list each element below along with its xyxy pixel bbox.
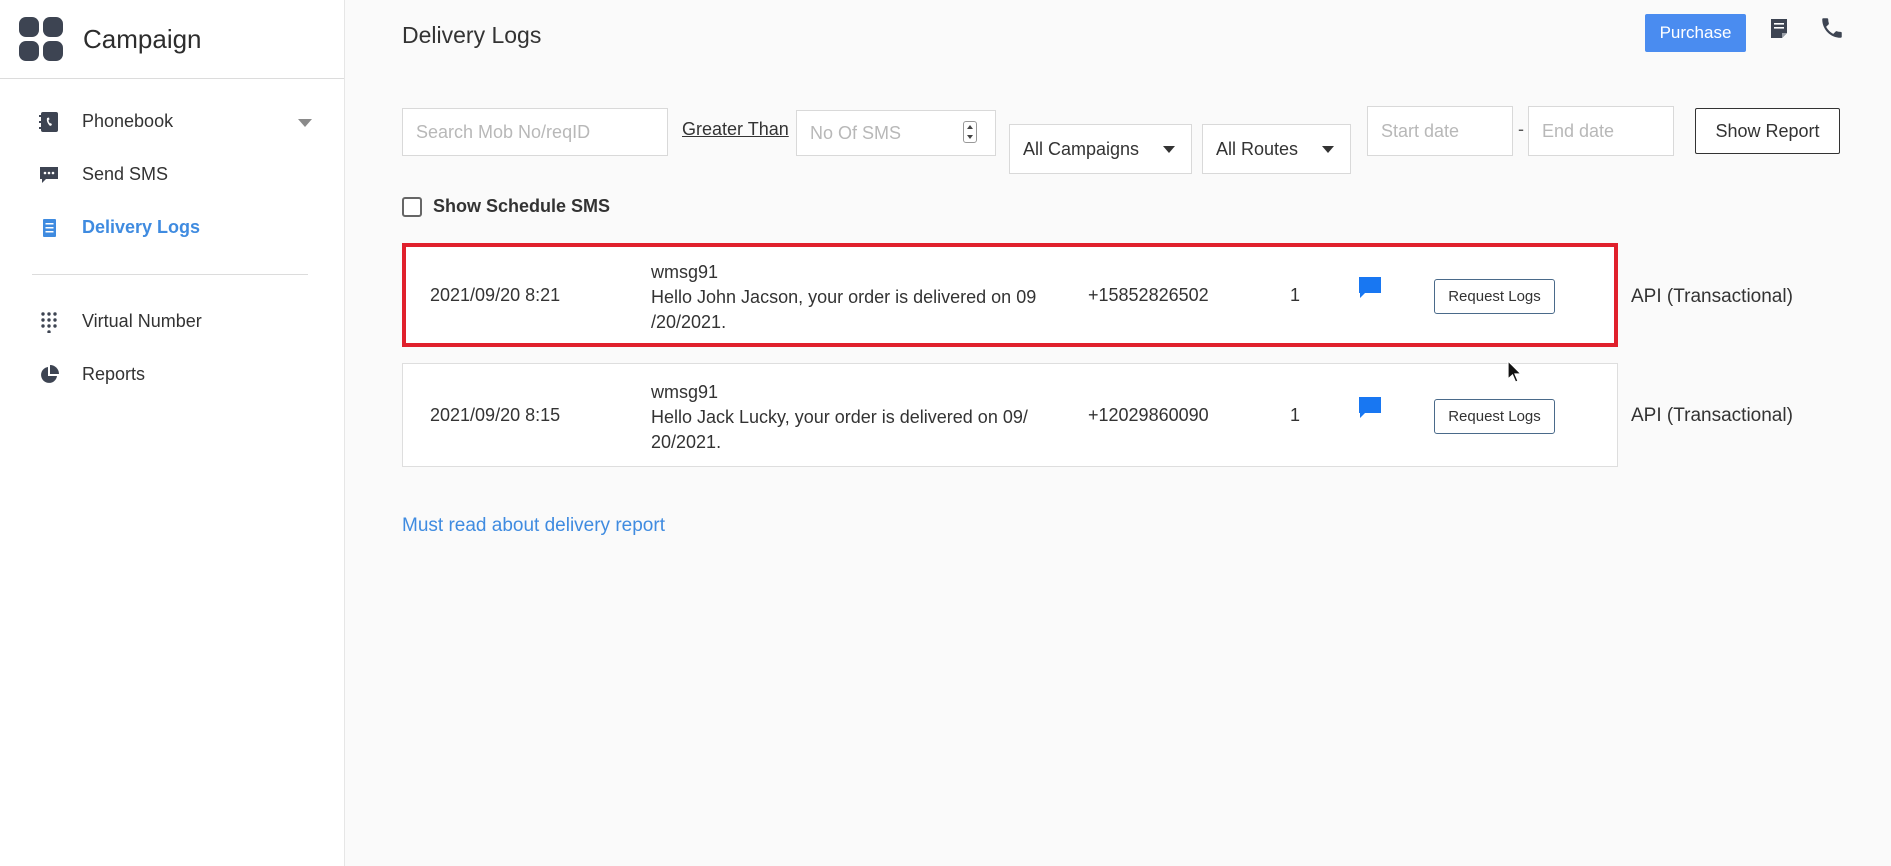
log-message-line: /20/2021. xyxy=(651,312,727,332)
log-message: wmsg91 Hello John Jacson, your order is … xyxy=(651,260,1071,335)
app-root: Campaign Phonebook Send SMS Delivery Log… xyxy=(0,0,1891,866)
log-message-line: Hello Jack Lucky, your order is delivere… xyxy=(651,407,1028,427)
notes-icon[interactable] xyxy=(1765,14,1793,42)
show-schedule-sms[interactable]: Show Schedule SMS xyxy=(402,196,610,217)
start-date-input[interactable] xyxy=(1367,106,1513,156)
log-count: 1 xyxy=(1290,285,1301,305)
schedule-label: Show Schedule SMS xyxy=(433,196,611,216)
phone-icon[interactable] xyxy=(1818,14,1846,42)
sidebar-item-virtual-number[interactable]: Virtual Number xyxy=(0,295,344,348)
page-title: Delivery Logs xyxy=(402,22,542,48)
chat-bubble-icon xyxy=(36,162,62,188)
end-date-input[interactable] xyxy=(1528,106,1674,156)
log-phone: +15852826502 xyxy=(1088,285,1209,305)
request-logs-button[interactable]: Request Logs xyxy=(1434,399,1555,434)
log-count: 1 xyxy=(1290,405,1301,425)
show-report-button[interactable]: Show Report xyxy=(1695,108,1840,154)
sidebar-nav: Phonebook Send SMS Delivery Logs Virtual… xyxy=(0,79,344,401)
log-message: wmsg91 Hello Jack Lucky, your order is d… xyxy=(651,380,1071,455)
sidebar-item-label: Phonebook xyxy=(82,111,174,131)
campaign-select-value: All Campaigns xyxy=(1023,138,1140,159)
message-bubble-icon[interactable] xyxy=(1356,274,1384,302)
phonebook-icon xyxy=(36,109,62,135)
sidebar-divider xyxy=(32,274,308,275)
brand-header: Campaign xyxy=(0,0,344,79)
search-input[interactable] xyxy=(402,108,668,156)
log-sender: wmsg91 xyxy=(651,262,719,282)
log-phone: +12029860090 xyxy=(1088,405,1209,425)
log-message-line: 20/2021. xyxy=(651,432,722,452)
log-route: API (Transactional) xyxy=(1631,286,1793,307)
table-row[interactable]: 2021/09/20 8:15 wmsg91 Hello Jack Lucky,… xyxy=(402,363,1618,467)
log-datetime: 2021/09/20 8:21 xyxy=(430,285,561,305)
brand-title: Campaign xyxy=(83,23,202,54)
dialpad-icon xyxy=(36,309,62,335)
campaign-select[interactable]: All Campaigns xyxy=(1009,124,1192,174)
log-message-line: Hello John Jacson, your order is deliver… xyxy=(651,287,1037,307)
greater-than-toggle[interactable]: Greater Than xyxy=(682,119,789,140)
sidebar-item-label: Send SMS xyxy=(82,164,169,184)
sidebar: Campaign Phonebook Send SMS Delivery Log… xyxy=(0,0,345,866)
route-select-value: All Routes xyxy=(1216,138,1299,159)
number-stepper-icon[interactable] xyxy=(963,121,977,143)
log-sender: wmsg91 xyxy=(651,382,719,402)
pie-chart-icon xyxy=(36,362,62,388)
message-bubble-icon[interactable] xyxy=(1356,394,1384,422)
document-list-icon xyxy=(36,215,62,241)
chevron-down-icon[interactable] xyxy=(298,119,312,127)
sidebar-item-label: Delivery Logs xyxy=(82,217,201,237)
request-logs-button[interactable]: Request Logs xyxy=(1434,279,1555,314)
sidebar-item-reports[interactable]: Reports xyxy=(0,348,344,401)
purchase-button[interactable]: Purchase xyxy=(1645,14,1746,52)
table-row[interactable]: 2021/09/20 8:21 wmsg91 Hello John Jacson… xyxy=(402,243,1618,347)
log-route: API (Transactional) xyxy=(1631,405,1793,426)
route-select[interactable]: All Routes xyxy=(1202,124,1351,174)
mouse-cursor-icon xyxy=(1507,359,1523,389)
sidebar-item-phonebook[interactable]: Phonebook xyxy=(0,95,344,148)
caret-down-icon xyxy=(1322,146,1334,153)
schedule-checkbox[interactable] xyxy=(402,196,422,217)
sidebar-item-label: Reports xyxy=(82,364,146,384)
sidebar-item-delivery-logs[interactable]: Delivery Logs xyxy=(0,201,344,254)
log-datetime: 2021/09/20 8:15 xyxy=(430,405,561,425)
delivery-report-link[interactable]: Must read about delivery report xyxy=(402,515,665,537)
date-separator: - xyxy=(1518,119,1524,139)
apps-grid-icon[interactable] xyxy=(19,17,63,61)
caret-down-icon xyxy=(1163,146,1175,153)
main-content: Delivery Logs Purchase Greater Than All … xyxy=(345,0,1891,866)
sidebar-item-send-sms[interactable]: Send SMS xyxy=(0,148,344,201)
sidebar-item-label: Virtual Number xyxy=(82,311,202,331)
